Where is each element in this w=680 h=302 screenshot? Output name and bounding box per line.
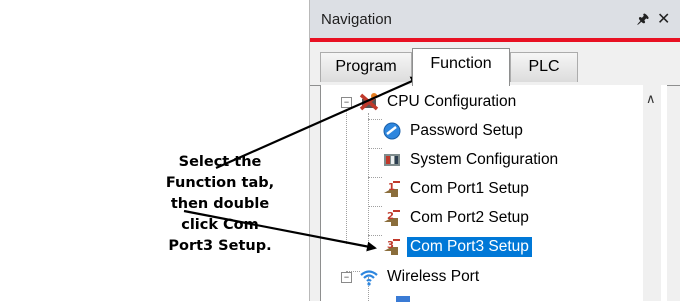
arrow-to-function-tab (215, 76, 421, 170)
tab-function[interactable]: Function (412, 48, 510, 86)
arrow-to-com-port3 (183, 209, 377, 252)
callout-arrows (183, 76, 421, 252)
